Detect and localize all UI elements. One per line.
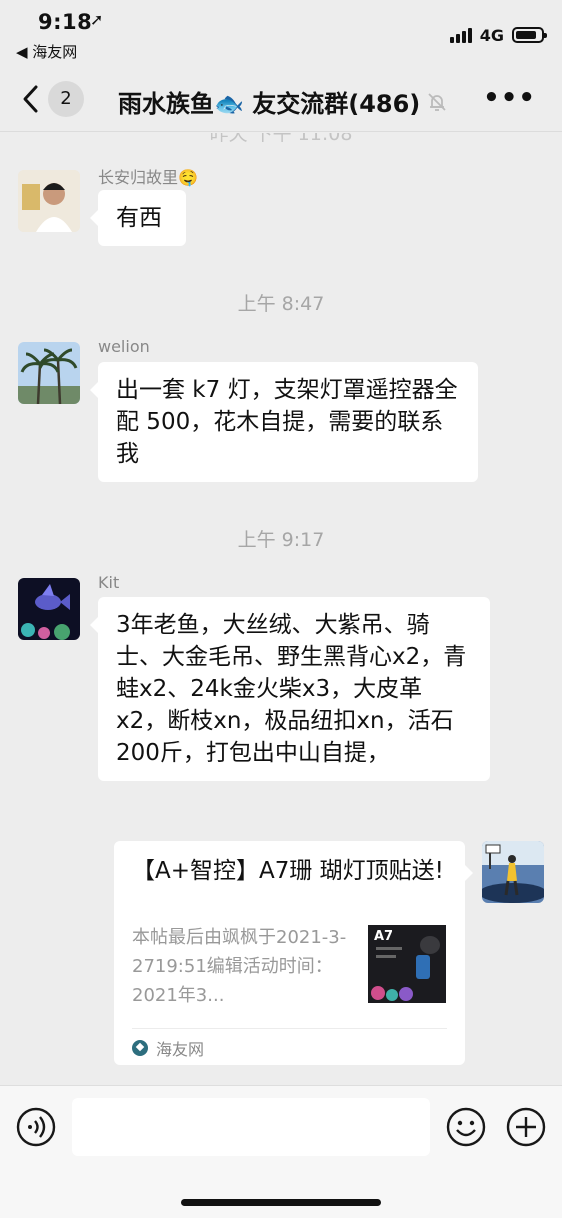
link-card[interactable]: 【A+智控】A7珊 瑚灯顶贴送! 本帖最后由飒枫于2021-3-2719:51编… <box>114 841 473 1065</box>
avatar-photo-icon <box>18 170 80 232</box>
chat-title-wrap: 雨水族鱼🐟 友交流群(486) <box>118 84 448 119</box>
timestamp: 上午 8:47 <box>237 293 325 315</box>
message-input[interactable] <box>72 1098 430 1156</box>
status-time: 9:18 <box>38 10 93 34</box>
avatar-self[interactable] <box>482 841 544 903</box>
home-indicator <box>181 1199 381 1206</box>
status-indicators: 4G <box>449 24 547 46</box>
emoji-icon[interactable] <box>446 1107 486 1147</box>
plus-icon[interactable] <box>506 1107 546 1147</box>
location-arrow-icon: ➚ <box>90 10 104 29</box>
sender-name: welion <box>98 337 150 356</box>
card-description: 本帖最后由飒枫于2021-3-2719:51编辑活动时间：2021年3... <box>132 927 347 1006</box>
avatar-fish-icon <box>18 578 80 640</box>
more-options-button[interactable]: ••• <box>483 85 536 111</box>
avatar-basketball-icon <box>482 841 544 903</box>
signal-icon <box>449 27 472 43</box>
message-bubble[interactable]: 有西 <box>90 190 186 246</box>
network-type: 4G <box>479 25 504 45</box>
avatar-palm-trees-icon <box>18 342 80 404</box>
input-bar <box>0 1085 562 1218</box>
haiyou-logo-icon <box>132 1040 148 1056</box>
message-list[interactable]: 昨天 下午 11:08 长安归故里🤤 有西 上午 8:47 welion 出一套… <box>0 133 562 1085</box>
message-bubble[interactable]: 3年老鱼，大丝绒、大紫吊、骑士、大金毛吊、野生黑背心x2，青蛙x2、24k金火柴… <box>90 597 490 781</box>
message-bubble[interactable]: 出一套 k7 灯，支架灯罩遥控器全配 500，花木自提，需要的联系我 <box>90 362 478 482</box>
card-source-label: 海友网 <box>156 1040 205 1059</box>
card-title: 【A+智控】A7珊 瑚灯顶贴送! <box>132 858 444 884</box>
card-thumbnail: A7 <box>368 925 446 1003</box>
mute-bell-icon <box>428 92 446 111</box>
back-chevron-icon[interactable] <box>18 82 46 116</box>
sender-name: 长安归故里🤤 <box>98 168 198 187</box>
card-divider <box>132 1028 447 1029</box>
thumb-label: A7 <box>374 929 394 944</box>
sender-name: Kit <box>98 573 120 592</box>
timestamp: 上午 9:17 <box>237 529 325 551</box>
chat-header: 2 雨水族鱼🐟 友交流群(486) ••• <box>0 64 562 132</box>
avatar-welion[interactable] <box>18 342 80 404</box>
chat-title: 雨水族鱼🐟 友交流群(486) <box>118 90 421 118</box>
timestamp-cut: 昨天 下午 11:08 <box>209 133 353 145</box>
back-to-app-link[interactable]: ◀ 海友网 <box>16 41 77 62</box>
voice-input-icon[interactable] <box>16 1107 56 1147</box>
status-bar: 9:18 ➚ ◀ 海友网 4G <box>0 0 562 64</box>
unread-count-badge[interactable]: 2 <box>48 81 84 117</box>
avatar-kit[interactable] <box>18 578 80 640</box>
card-source: 海友网 <box>132 1036 204 1060</box>
avatar-changan[interactable] <box>18 170 80 232</box>
battery-icon <box>512 27 547 43</box>
